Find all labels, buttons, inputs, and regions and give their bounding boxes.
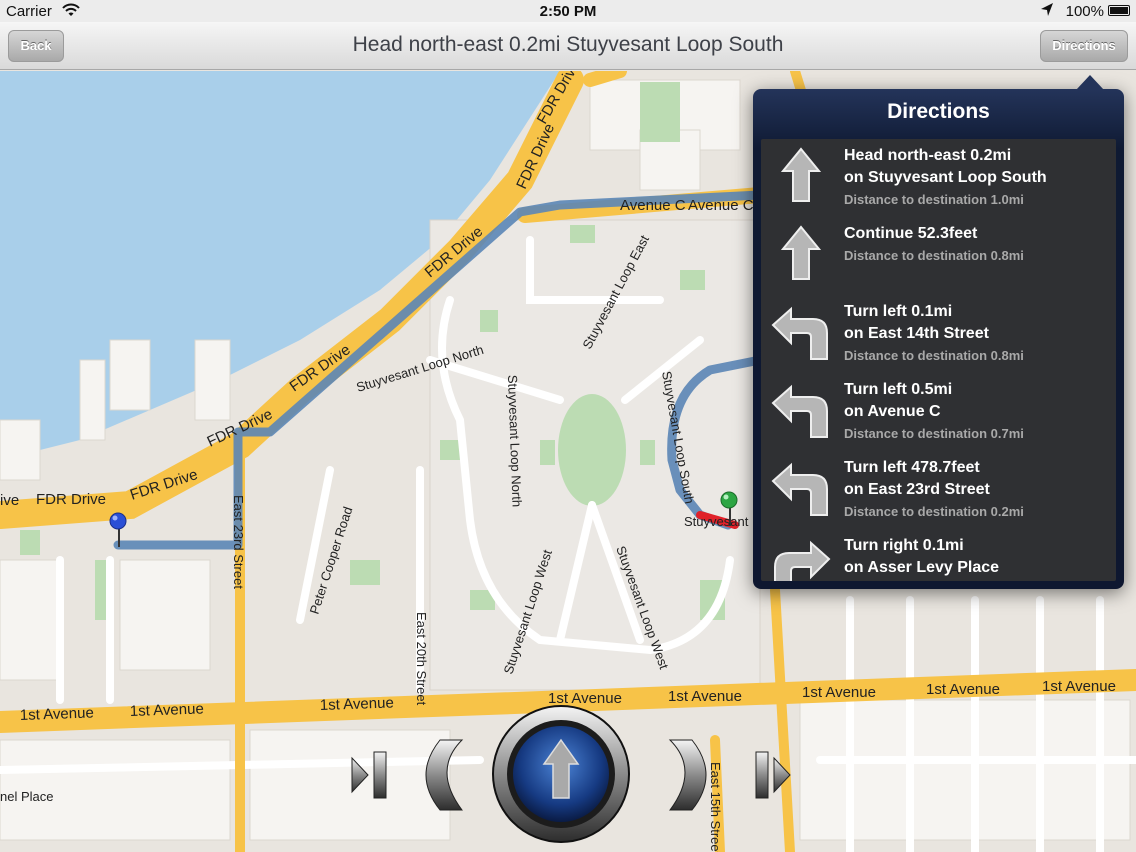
map-label: 1st Avenue: [802, 684, 876, 701]
turn-right-icon: [774, 540, 831, 581]
map-label: FDR Drive: [36, 491, 106, 508]
direction-step[interactable]: Head north-east 0.2mi on Stuyvesant Loop…: [761, 139, 1116, 217]
nav-title: Head north-east 0.2mi Stuyvesant Loop So…: [352, 33, 784, 56]
step-instruction: Continue 52.3feet: [844, 225, 978, 242]
battery-percent: 100%: [1065, 3, 1104, 20]
step-street: on East 23rd Street: [844, 481, 990, 498]
status-bar: Carrier 2:50 PM 100%: [0, 0, 1136, 22]
directions-list[interactable]: Head north-east 0.2mi on Stuyvesant Loop…: [761, 139, 1116, 581]
status-time: 2:50 PM: [539, 3, 597, 20]
map-label: nel Place: [0, 789, 53, 804]
navigation-bar: Back Head north-east 0.2mi Stuyvesant Lo…: [0, 22, 1136, 70]
map-label: ive: [0, 492, 19, 509]
first-step-button[interactable]: [351, 751, 387, 799]
step-distance: Distance to destination 1.0mi: [844, 192, 1024, 207]
map-label: East 23rd Street: [231, 495, 246, 589]
route-controls: [351, 705, 791, 843]
popover-title: Directions: [887, 100, 990, 123]
battery-icon: [1108, 5, 1130, 16]
direction-step[interactable]: Turn left 0.5mi on Avenue C Distance to …: [761, 373, 1116, 451]
directions-button[interactable]: Directions: [1040, 30, 1128, 62]
map-label: 1st Avenue: [20, 704, 95, 724]
map-label: Avenue C: [620, 197, 686, 214]
step-instruction: Head north-east 0.2mi: [844, 147, 1012, 164]
direction-step[interactable]: Continue 52.3feet Distance to destinatio…: [761, 217, 1116, 295]
direction-step[interactable]: Turn left 0.1mi on East 14th Street Dist…: [761, 295, 1116, 373]
recenter-button[interactable]: [492, 705, 630, 843]
map-label: 1st Avenue: [1042, 678, 1116, 695]
step-instruction: Turn left 478.7feet: [844, 459, 980, 476]
back-button[interactable]: Back: [8, 30, 64, 62]
step-distance: Distance to destination 0.8mi: [844, 348, 1024, 363]
previous-step-button[interactable]: [425, 739, 464, 811]
step-street: on Avenue C: [844, 403, 941, 420]
location-arrow-icon: [1040, 2, 1054, 22]
next-step-button[interactable]: [668, 739, 707, 811]
step-distance: Distance to destination 0.7mi: [844, 426, 1024, 441]
map-label: 1st Avenue: [926, 681, 1000, 698]
map-label: East 20th Street: [414, 612, 429, 706]
direction-step[interactable]: Turn right 0.1mi on Asser Levy Place: [761, 529, 1116, 581]
directions-popover: Directions Head north-east 0.2mi on Stuy…: [753, 75, 1124, 589]
turn-left-icon: [771, 462, 828, 516]
map-label: 1st Avenue: [130, 700, 205, 720]
last-step-button[interactable]: [755, 751, 791, 799]
direction-step[interactable]: Turn left 478.7feet on East 23rd Street …: [761, 451, 1116, 529]
turn-left-icon: [771, 306, 828, 360]
step-distance: Distance to destination 0.8mi: [844, 248, 1024, 263]
step-distance: Distance to destination 0.2mi: [844, 504, 1024, 519]
turn-left-icon: [771, 384, 828, 438]
arrow-up-icon: [780, 147, 822, 202]
step-street: on Asser Levy Place: [844, 559, 1000, 576]
map-label: Avenue C: [688, 197, 754, 214]
map-label: Stuyvesant: [684, 514, 749, 529]
step-street: on East 14th Street: [844, 325, 989, 342]
step-street: on Stuyvesant Loop South: [844, 169, 1047, 186]
step-instruction: Turn left 0.1mi: [844, 303, 953, 320]
step-instruction: Turn left 0.5mi: [844, 381, 953, 398]
popover-arrow: [1076, 75, 1104, 90]
step-instruction: Turn right 0.1mi: [844, 537, 964, 554]
arrow-up-icon: [780, 225, 822, 280]
